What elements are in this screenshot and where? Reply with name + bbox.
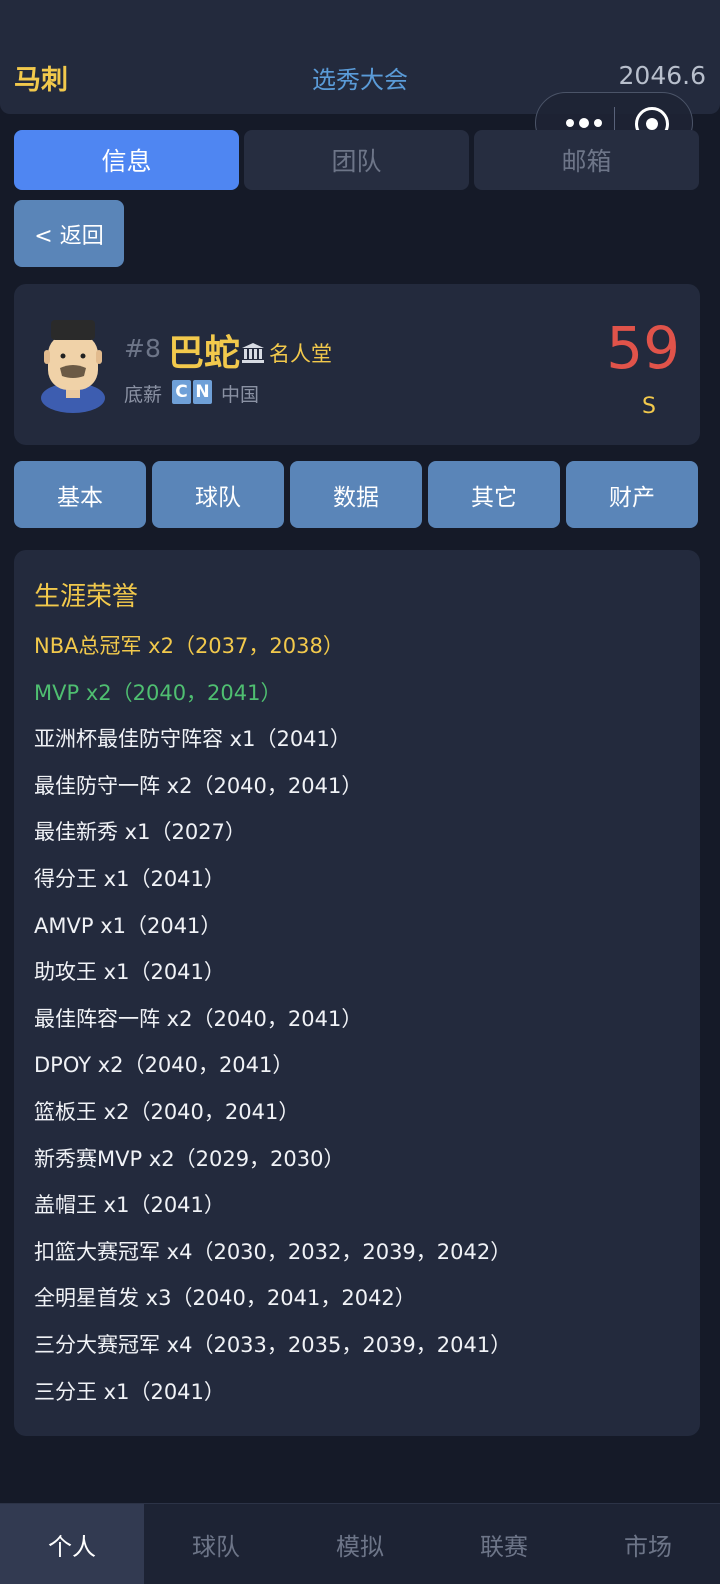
- honor-item: 扣篮大赛冠军 x4（2030，2032，2039，2042）: [34, 1239, 512, 1264]
- player-card: #8 巴蛇 名人堂 底薪 C N 中国 59 S: [14, 284, 700, 445]
- honor-item: 最佳新秀 x1（2027）: [34, 820, 246, 845]
- honor-item: 最佳阵容一阵 x2（2040，2041）: [34, 1006, 363, 1031]
- honor-item: 得分王 x1（2041）: [34, 866, 225, 891]
- jersey-number: #8: [124, 334, 161, 363]
- career-honors-panel: 生涯荣誉 NBA总冠军 x2（2037，2038） MVP x2（2040，20…: [14, 550, 700, 1436]
- honor-item: 篮板王 x2（2040，2041）: [34, 1099, 300, 1124]
- tab-info[interactable]: 信息: [14, 130, 239, 190]
- tab-team[interactable]: 团队: [244, 130, 469, 190]
- nav-personal[interactable]: 个人: [0, 1504, 144, 1584]
- honor-item: 三分大赛冠军 x4（2033，2035，2039，2041）: [34, 1332, 512, 1357]
- salary-label: 底薪: [124, 384, 163, 406]
- detail-tab-other[interactable]: 其它: [428, 461, 560, 528]
- country-code-letter: N: [193, 380, 212, 404]
- honor-item: MVP x2（2040，2041）: [34, 680, 282, 705]
- player-name: 巴蛇: [168, 333, 241, 374]
- player-avatar: [41, 320, 105, 413]
- nav-league[interactable]: 联赛: [432, 1504, 576, 1584]
- honor-list: NBA总冠军 x2（2037，2038） MVP x2（2040，2041） 亚…: [34, 628, 684, 1420]
- honor-item: AMVP x1（2041）: [34, 913, 222, 938]
- hall-of-fame-icon: [242, 343, 264, 363]
- country-code-badge: C N: [172, 380, 212, 404]
- detail-tab-assets[interactable]: 财产: [566, 461, 698, 528]
- nav-market[interactable]: 市场: [576, 1504, 720, 1584]
- honor-item: 三分王 x1（2041）: [34, 1379, 225, 1404]
- player-grade: S: [642, 394, 656, 419]
- detail-tab-stats[interactable]: 数据: [290, 461, 422, 528]
- honor-item: 最佳防守一阵 x2（2040，2041）: [34, 773, 363, 798]
- career-honors-title: 生涯荣誉: [34, 582, 139, 612]
- bottom-nav: 个人 球队 模拟 联赛 市场: [0, 1503, 720, 1584]
- honor-item: DPOY x2（2040，2041）: [34, 1053, 294, 1078]
- nav-simulate[interactable]: 模拟: [288, 1504, 432, 1584]
- honor-item: 助攻王 x1（2041）: [34, 960, 225, 985]
- tab-mailbox[interactable]: 邮箱: [474, 130, 699, 190]
- page-title: 选秀大会: [312, 66, 408, 94]
- game-date: 2046.6: [618, 61, 706, 90]
- detail-tab-basic[interactable]: 基本: [14, 461, 146, 528]
- back-button[interactable]: < 返回: [14, 200, 124, 267]
- country-label: 中国: [221, 384, 260, 406]
- honor-item: 全明星首发 x3（2040，2041，2042）: [34, 1286, 416, 1311]
- honor-item: 新秀赛MVP x2（2029，2030）: [34, 1146, 345, 1171]
- country-code-letter: C: [172, 380, 191, 404]
- honor-item: 盖帽王 x1（2041）: [34, 1193, 225, 1218]
- honor-item: NBA总冠军 x2（2037，2038）: [34, 634, 344, 658]
- player-rating: 59: [606, 314, 680, 382]
- hall-of-fame-label: 名人堂: [269, 342, 332, 366]
- detail-tab-team[interactable]: 球队: [152, 461, 284, 528]
- hall-of-fame-badge: 名人堂: [241, 338, 332, 368]
- nav-team[interactable]: 球队: [144, 1504, 288, 1584]
- app-root: 马刺 选秀大会 2046.6 信息 团队 邮箱 < 返回 #8 巴蛇 名人堂 底…: [0, 0, 720, 1584]
- honor-item: 亚洲杯最佳防守阵容 x1（2041）: [34, 727, 351, 752]
